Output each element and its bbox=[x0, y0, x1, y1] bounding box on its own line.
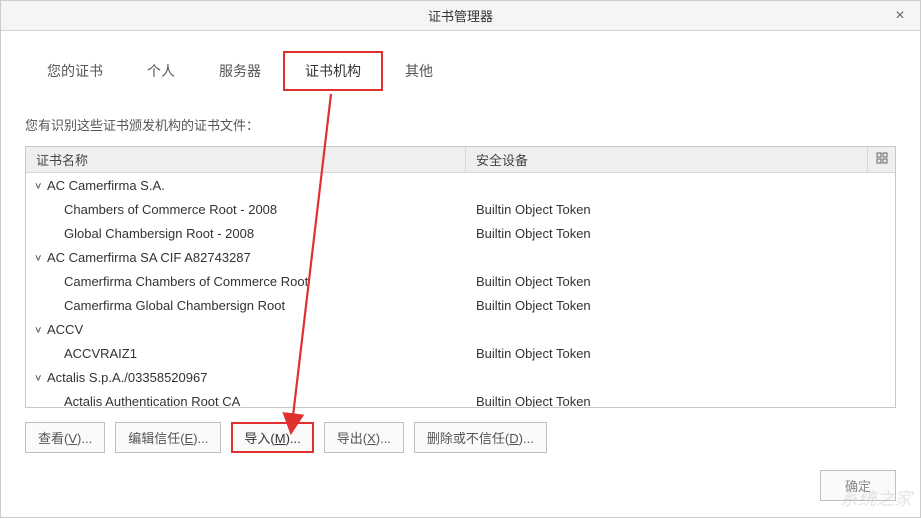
cert-name-cell: ˅AC Camerfirma S.A. bbox=[26, 178, 466, 193]
expand-caret-icon[interactable]: ˅ bbox=[35, 181, 45, 193]
tab-label: 其他 bbox=[405, 63, 433, 79]
view-button[interactable]: 查看(V)... bbox=[25, 422, 105, 453]
cert-name: Camerfirma Chambers of Commerce Root bbox=[64, 274, 308, 289]
description-text: 您有识别这些证书颁发机构的证书文件： bbox=[25, 115, 896, 134]
cert-table: 证书名称 安全设备 ˅AC Camerfirma S.A.Chambers of… bbox=[25, 146, 896, 408]
table-row[interactable]: ACCVRAIZ1 Builtin Object Token bbox=[26, 341, 895, 365]
cert-name-cell: Camerfirma Chambers of Commerce Root bbox=[26, 274, 466, 289]
close-icon: × bbox=[895, 7, 904, 25]
tab-authorities[interactable]: 证书机构 bbox=[283, 51, 383, 91]
delete-distrust-button[interactable]: 删除或不信任(D)... bbox=[414, 422, 547, 453]
table-row[interactable]: Camerfirma Global Chambersign Root Builti… bbox=[26, 293, 895, 317]
device-cell: Builtin Object Token bbox=[466, 202, 895, 217]
cert-name-cell: Actalis Authentication Root CA bbox=[26, 394, 466, 408]
tabs: 您的证书 个人 服务器 证书机构 其他 bbox=[25, 51, 896, 91]
cert-name-cell: ˅Actalis S.p.A./03358520967 bbox=[26, 370, 466, 385]
column-options-button[interactable] bbox=[867, 147, 895, 172]
table-group-row[interactable]: ˅AC Camerfirma S.A. bbox=[26, 173, 895, 197]
expand-caret-icon[interactable]: ˅ bbox=[35, 325, 45, 337]
column-header-name[interactable]: 证书名称 bbox=[26, 147, 466, 172]
cert-name: Camerfirma Global Chambersign Root bbox=[64, 298, 285, 313]
device-cell: Builtin Object Token bbox=[466, 274, 895, 289]
cert-name-cell: ˅ACCV bbox=[26, 322, 466, 337]
tab-your-certs[interactable]: 您的证书 bbox=[25, 51, 125, 91]
cert-name-cell: Global Chambersign Root - 2008 bbox=[26, 226, 466, 241]
button-row: 查看(V)... 编辑信任(E)... 导入(M)... 导出(X)... 删除… bbox=[25, 422, 896, 453]
device-cell: Builtin Object Token bbox=[466, 298, 895, 313]
tab-servers[interactable]: 服务器 bbox=[197, 51, 283, 91]
tab-label: 您的证书 bbox=[47, 63, 103, 79]
close-button[interactable]: × bbox=[880, 1, 920, 31]
ok-button[interactable]: 确定 bbox=[820, 470, 896, 501]
table-row[interactable]: Camerfirma Chambers of Commerce Root Buil… bbox=[26, 269, 895, 293]
column-header-device[interactable]: 安全设备 bbox=[466, 147, 867, 172]
expand-caret-icon[interactable]: ˅ bbox=[35, 253, 45, 265]
table-group-row[interactable]: ˅AC Camerfirma SA CIF A82743287 bbox=[26, 245, 895, 269]
cert-name-cell: ACCVRAIZ1 bbox=[26, 346, 466, 361]
tab-personal[interactable]: 个人 bbox=[125, 51, 197, 91]
import-button[interactable]: 导入(M)... bbox=[231, 422, 313, 453]
cert-name: Actalis Authentication Root CA bbox=[64, 394, 240, 408]
table-header: 证书名称 安全设备 bbox=[26, 147, 895, 173]
table-row[interactable]: Global Chambersign Root - 2008 Builtin Ob… bbox=[26, 221, 895, 245]
table-row[interactable]: Chambers of Commerce Root - 2008 Builtin … bbox=[26, 197, 895, 221]
device-cell: Builtin Object Token bbox=[466, 394, 895, 408]
column-options-icon bbox=[876, 152, 888, 167]
expand-caret-icon[interactable]: ˅ bbox=[35, 373, 45, 385]
table-body[interactable]: ˅AC Camerfirma S.A.Chambers of Commerce … bbox=[26, 173, 895, 407]
tab-label: 服务器 bbox=[219, 63, 261, 79]
cert-name: Actalis S.p.A./03358520967 bbox=[47, 370, 207, 385]
device-cell: Builtin Object Token bbox=[466, 226, 895, 241]
cert-name: AC Camerfirma S.A. bbox=[47, 178, 165, 193]
tab-label: 证书机构 bbox=[305, 63, 361, 79]
edit-trust-button[interactable]: 编辑信任(E)... bbox=[115, 422, 221, 453]
ok-label: 确定 bbox=[845, 479, 871, 494]
tab-label: 个人 bbox=[147, 63, 175, 79]
cert-name-cell: ˅AC Camerfirma SA CIF A82743287 bbox=[26, 250, 466, 265]
window-title: 证书管理器 bbox=[428, 6, 493, 25]
content-area: 您的证书 个人 服务器 证书机构 其他 您有识别这些证书颁发机构的证书文件： 证… bbox=[1, 31, 920, 463]
cert-name-cell: Chambers of Commerce Root - 2008 bbox=[26, 202, 466, 217]
cert-name: ACCV bbox=[47, 322, 83, 337]
export-button[interactable]: 导出(X)... bbox=[324, 422, 404, 453]
table-group-row[interactable]: ˅ACCV bbox=[26, 317, 895, 341]
device-cell: Builtin Object Token bbox=[466, 346, 895, 361]
cert-name: ACCVRAIZ1 bbox=[64, 346, 137, 361]
cert-name: Global Chambersign Root - 2008 bbox=[64, 226, 254, 241]
tab-others[interactable]: 其他 bbox=[383, 51, 455, 91]
table-row[interactable]: Actalis Authentication Root CA Builtin Ob… bbox=[26, 389, 895, 407]
table-group-row[interactable]: ˅Actalis S.p.A./03358520967 bbox=[26, 365, 895, 389]
cert-name-cell: Camerfirma Global Chambersign Root bbox=[26, 298, 466, 313]
cert-name: Chambers of Commerce Root - 2008 bbox=[64, 202, 277, 217]
titlebar: 证书管理器 × bbox=[1, 1, 920, 31]
cert-name: AC Camerfirma SA CIF A82743287 bbox=[47, 250, 251, 265]
